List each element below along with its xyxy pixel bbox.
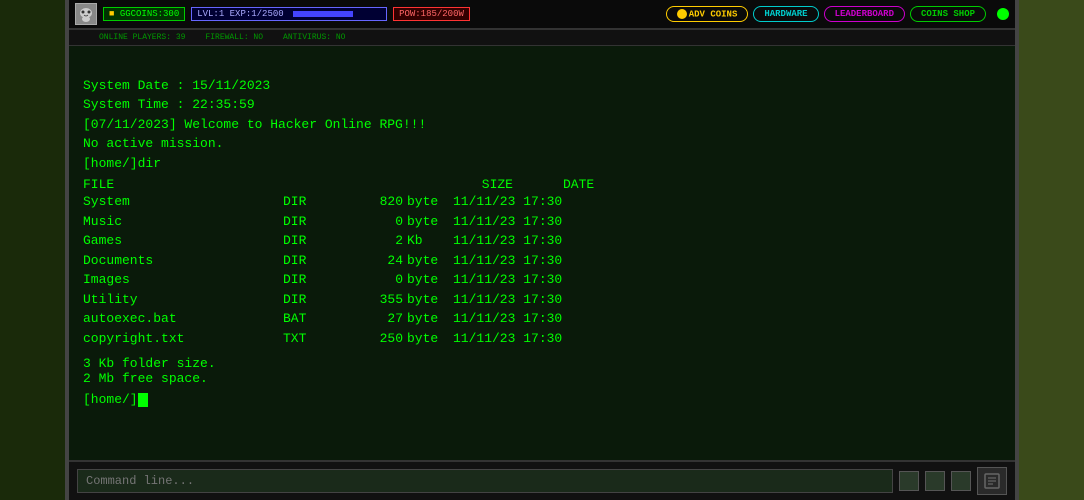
ggcoins-label: GGCOINS:300 (120, 9, 179, 19)
top-bar: ■ GGCOINS:300 LVL:1 EXP:1/2500 POW:185/2… (69, 0, 1015, 30)
command-bar (69, 460, 1015, 500)
table-row: autoexec.bat BAT 27 byte 11/11/23 17:30 (83, 309, 1001, 329)
file-size: 2 (343, 231, 403, 251)
table-row: Games DIR 2 Kb 11/11/23 17:30 (83, 231, 1001, 251)
file-name: System (83, 192, 283, 212)
file-name: Music (83, 212, 283, 232)
sys-date-line: System Date : 15/11/2023 (83, 78, 270, 93)
sys-time-line: System Time : 22:35:59 (83, 97, 255, 112)
file-size: 0 (343, 270, 403, 290)
folder-size: 3 Kb folder size. (83, 356, 1001, 371)
nav-buttons: ADV COINS HARDWARE LEADERBOARD COINS SHO… (666, 6, 986, 22)
file-unit: Kb (403, 231, 453, 251)
file-unit: byte (403, 329, 453, 349)
bg-left (0, 0, 75, 500)
col-size-header: SIZE (423, 177, 513, 192)
file-date: 11/11/23 17:30 (453, 270, 613, 290)
file-unit: byte (403, 309, 453, 329)
online-status-dot (997, 8, 1009, 20)
welcome-line: [07/11/2023] Welcome to Hacker Online RP… (83, 117, 426, 132)
terminal-output: System Date : 15/11/2023 System Time : 2… (83, 56, 1001, 173)
file-size: 0 (343, 212, 403, 232)
leaderboard-button[interactable]: LEADERBOARD (824, 6, 905, 22)
file-size: 355 (343, 290, 403, 310)
file-date: 11/11/23 17:30 (453, 192, 613, 212)
file-unit: byte (403, 192, 453, 212)
col-size-spacer (513, 177, 563, 192)
file-date: 11/11/23 17:30 (453, 329, 613, 349)
adv-coins-button[interactable]: ADV COINS (666, 6, 749, 22)
file-header-row: FILE SIZE DATE (83, 177, 1001, 192)
file-name: autoexec.bat (83, 309, 283, 329)
file-type: DIR (283, 251, 343, 271)
cmd-btn-2[interactable] (925, 471, 945, 491)
file-unit: byte (403, 251, 453, 271)
file-name: Utility (83, 290, 283, 310)
terminal-area: System Date : 15/11/2023 System Time : 2… (69, 46, 1015, 460)
file-name: Documents (83, 251, 283, 271)
antivirus-status: ANTIVIRUS: NO (283, 33, 345, 42)
file-type: DIR (283, 290, 343, 310)
file-listing: FILE SIZE DATE System DIR 820 byte 11/11… (83, 177, 1001, 407)
firewall-status: FIREWALL: NO (205, 33, 263, 42)
prompt-text: [home/] (83, 392, 138, 407)
table-row: Documents DIR 24 byte 11/11/23 17:30 (83, 251, 1001, 271)
cmd-btn-1[interactable] (899, 471, 919, 491)
file-date: 11/11/23 17:30 (453, 231, 613, 251)
file-size: 820 (343, 192, 403, 212)
col-date-header: DATE (563, 177, 723, 192)
folder-size-line: 3 Kb folder size. 2 Mb free space. (83, 356, 1001, 386)
col-file-header: FILE (83, 177, 423, 192)
file-date: 11/11/23 17:30 (453, 251, 613, 271)
file-date: 11/11/23 17:30 (453, 309, 613, 329)
file-rows: System DIR 820 byte 11/11/23 17:30 Music… (83, 192, 1001, 348)
pow-label: POW:185/200W (399, 9, 464, 19)
file-unit: byte (403, 290, 453, 310)
command-input[interactable] (77, 469, 893, 493)
lvl-label: LVL:1 EXP:1/2500 (197, 9, 283, 19)
cursor (138, 393, 148, 407)
ggcoins-display: ■ GGCOINS:300 (103, 7, 185, 21)
coins-shop-button[interactable]: COINS SHOP (910, 6, 986, 22)
free-space: 2 Mb free space. (83, 371, 1001, 386)
file-type: DIR (283, 212, 343, 232)
dir-cmd-line: [home/]dir (83, 156, 161, 171)
file-name: Images (83, 270, 283, 290)
online-players: ONLINE PLAYERS: 39 (99, 33, 185, 42)
file-type: DIR (283, 231, 343, 251)
cmd-btn-3[interactable] (951, 471, 971, 491)
table-row: Music DIR 0 byte 11/11/23 17:30 (83, 212, 1001, 232)
file-size: 24 (343, 251, 403, 271)
lvl-display: LVL:1 EXP:1/2500 (191, 7, 387, 21)
main-window: ■ GGCOINS:300 LVL:1 EXP:1/2500 POW:185/2… (65, 0, 1019, 500)
file-type: DIR (283, 270, 343, 290)
file-name: Games (83, 231, 283, 251)
table-row: System DIR 820 byte 11/11/23 17:30 (83, 192, 1001, 212)
table-row: Utility DIR 355 byte 11/11/23 17:30 (83, 290, 1001, 310)
file-size: 250 (343, 329, 403, 349)
file-name: copyright.txt (83, 329, 283, 349)
prompt-line: [home/] (83, 392, 1001, 407)
file-size: 27 (343, 309, 403, 329)
file-unit: byte (403, 270, 453, 290)
sub-bar: ONLINE PLAYERS: 39 FIREWALL: NO ANTIVIRU… (69, 30, 1015, 46)
file-type: DIR (283, 192, 343, 212)
avatar (75, 3, 97, 25)
file-date: 11/11/23 17:30 (453, 290, 613, 310)
pow-display: POW:185/200W (393, 7, 470, 21)
hardware-button[interactable]: HARDWARE (753, 6, 818, 22)
file-type: BAT (283, 309, 343, 329)
bg-right (1009, 0, 1084, 500)
file-type: TXT (283, 329, 343, 349)
mission-line: No active mission. (83, 136, 223, 151)
cmd-btn-lg[interactable] (977, 467, 1007, 495)
file-date: 11/11/23 17:30 (453, 212, 613, 232)
table-row: copyright.txt TXT 250 byte 11/11/23 17:3… (83, 329, 1001, 349)
file-unit: byte (403, 212, 453, 232)
table-row: Images DIR 0 byte 11/11/23 17:30 (83, 270, 1001, 290)
